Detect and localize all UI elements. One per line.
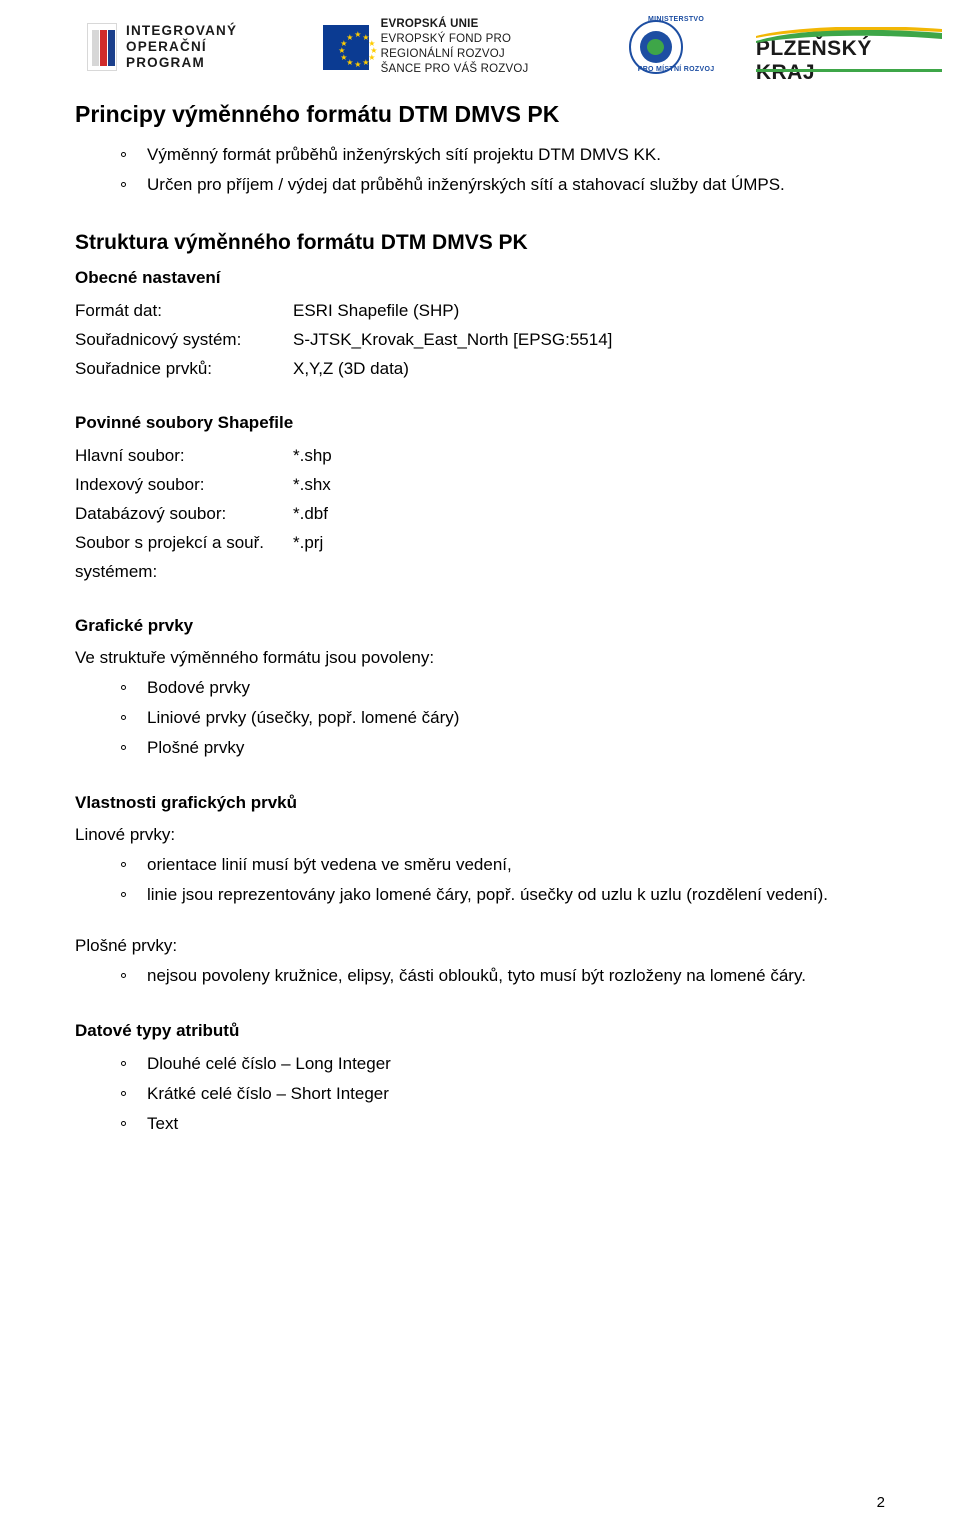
header-logo-strip: INTEGROVANÝ OPERAČNÍ PROGRAM ★ ★ ★ ★ ★ ★… <box>75 8 942 86</box>
general-key: Souřadnice prvků: <box>75 359 213 378</box>
required-file-key: Soubor s projekcí a souř. systémem: <box>75 533 264 581</box>
required-file-row: Soubor s projekcí a souř. systémem: *.pr… <box>75 528 885 586</box>
required-file-value: *.prj <box>293 533 324 552</box>
logo-plzensky-kraj: PLZEŇSKÝ KRAJ <box>755 21 942 84</box>
iop-line-3: PROGRAM <box>126 55 205 70</box>
general-value: ESRI Shapefile (SHP) <box>293 301 460 320</box>
logo-ministerstvo-pro-mistni-rozvoj: MINISTERSTVO PRO MÍSTNÍ ROZVOJ <box>621 16 714 78</box>
general-row: Souřadnicový systém: S-JTSK_Krovak_East_… <box>75 325 885 354</box>
general-value: S-JTSK_Krovak_East_North [EPSG:5514] <box>293 330 613 349</box>
required-file-value: *.dbf <box>293 504 328 523</box>
line-properties-list: orientace linií musí být vedena ve směru… <box>75 850 885 910</box>
iop-flag-icon <box>87 23 117 71</box>
plzensky-kraj-text: PLZEŇSKÝ KRAJ <box>755 37 872 84</box>
eu-logo-text: EVROPSKÁ UNIE EVROPSKÝ FOND PRO REGIONÁL… <box>381 17 553 77</box>
required-file-row: Hlavní soubor: *.shp <box>75 441 885 470</box>
section-heading-structure: Struktura výměnného formátu DTM DMVS PK <box>75 231 528 254</box>
mmr-line-1: MINISTERSTVO <box>648 16 705 23</box>
list-item: Výměnný formát průběhů inženýrských sítí… <box>121 140 885 170</box>
iop-line-2: OPERAČNÍ <box>126 39 207 54</box>
required-file-row: Databázový soubor: *.dbf <box>75 499 885 528</box>
required-file-row: Indexový soubor: *.shx <box>75 470 885 499</box>
subsection-heading-data-types: Datové typy atributů <box>75 1021 240 1040</box>
general-row: Souřadnice prvků: X,Y,Z (3D data) <box>75 354 885 383</box>
subsection-heading-required-files: Povinné soubory Shapefile <box>75 413 294 432</box>
page-number: 2 <box>876 1494 885 1511</box>
list-item: Bodové prvky <box>121 673 885 703</box>
list-item: nejsou povoleny kružnice, elipsy, části … <box>121 961 885 991</box>
properties-line-label: Linové prvky: <box>75 825 176 844</box>
properties-area-label: Plošné prvky: <box>75 936 178 955</box>
required-file-key: Indexový soubor: <box>75 475 205 494</box>
logo-integrovany-operacni-program: INTEGROVANÝ OPERAČNÍ PROGRAM <box>87 23 237 71</box>
subsection-heading-properties: Vlastnosti grafických prvků <box>75 793 298 812</box>
list-item: orientace linií musí být vedena ve směru… <box>121 850 885 880</box>
required-file-key: Hlavní soubor: <box>75 446 185 465</box>
general-value: X,Y,Z (3D data) <box>293 359 409 378</box>
list-item: Plošné prvky <box>121 733 885 763</box>
list-item: Liniové prvky (úsečky, popř. lomené čáry… <box>121 703 885 733</box>
required-file-value: *.shp <box>293 446 332 465</box>
list-item: Text <box>121 1109 885 1139</box>
general-key: Formát dat: <box>75 301 162 320</box>
required-file-key: Databázový soubor: <box>75 504 227 523</box>
list-item: Určen pro příjem / výdej dat průběhů inž… <box>121 170 885 200</box>
area-properties-list: nejsou povoleny kružnice, elipsy, části … <box>75 961 885 991</box>
graphic-elements-lead: Ve struktuře výměnného formátu jsou povo… <box>75 648 435 667</box>
eu-line-2: EVROPSKÝ FOND PRO REGIONÁLNÍ ROZVOJ <box>380 33 512 60</box>
general-row: Formát dat: ESRI Shapefile (SHP) <box>75 296 885 325</box>
intro-bullet-list: Výměnný formát průběhů inženýrských sítí… <box>75 140 885 200</box>
iop-logo-text: INTEGROVANÝ OPERAČNÍ PROGRAM <box>126 23 237 71</box>
plzensky-kraj-underline <box>755 69 942 72</box>
list-item: linie jsou reprezentovány jako lomené čá… <box>121 880 885 910</box>
iop-line-1: INTEGROVANÝ <box>126 23 238 38</box>
plzensky-kraj-swoosh-icon <box>755 27 942 43</box>
subsection-heading-graphic-elements: Grafické prvky <box>75 616 194 635</box>
logo-evropska-unie: ★ ★ ★ ★ ★ ★ ★ ★ ★ ★ ★ ★ EVROPSKÁ UNIE EV… <box>323 17 553 77</box>
eu-line-1: EVROPSKÁ UNIE <box>380 18 479 30</box>
page-title: Principy výměnného formátu DTM DMVS PK <box>75 101 560 127</box>
document-page: INTEGROVANÝ OPERAČNÍ PROGRAM ★ ★ ★ ★ ★ ★… <box>0 8 960 1533</box>
list-item: Dlouhé celé číslo – Long Integer <box>121 1049 885 1079</box>
list-item: Krátké celé číslo – Short Integer <box>121 1079 885 1109</box>
required-file-value: *.shx <box>293 475 331 494</box>
mmr-line-2: PRO MÍSTNÍ ROZVOJ <box>637 66 715 73</box>
eu-flag-icon: ★ ★ ★ ★ ★ ★ ★ ★ ★ ★ ★ ★ <box>323 24 377 70</box>
mmr-globe-icon <box>640 31 673 63</box>
graphic-elements-list: Bodové prvky Liniové prvky (úsečky, popř… <box>75 673 885 763</box>
subsection-heading-general: Obecné nastavení <box>75 268 221 287</box>
mmr-caption: MINISTERSTVO PRO MÍSTNÍ ROZVOJ <box>621 16 731 73</box>
data-types-list: Dlouhé celé číslo – Long Integer Krátké … <box>75 1049 885 1139</box>
eu-line-3: ŠANCE PRO VÁŠ ROZVOJ <box>380 63 529 75</box>
general-key: Souřadnicový systém: <box>75 330 242 349</box>
